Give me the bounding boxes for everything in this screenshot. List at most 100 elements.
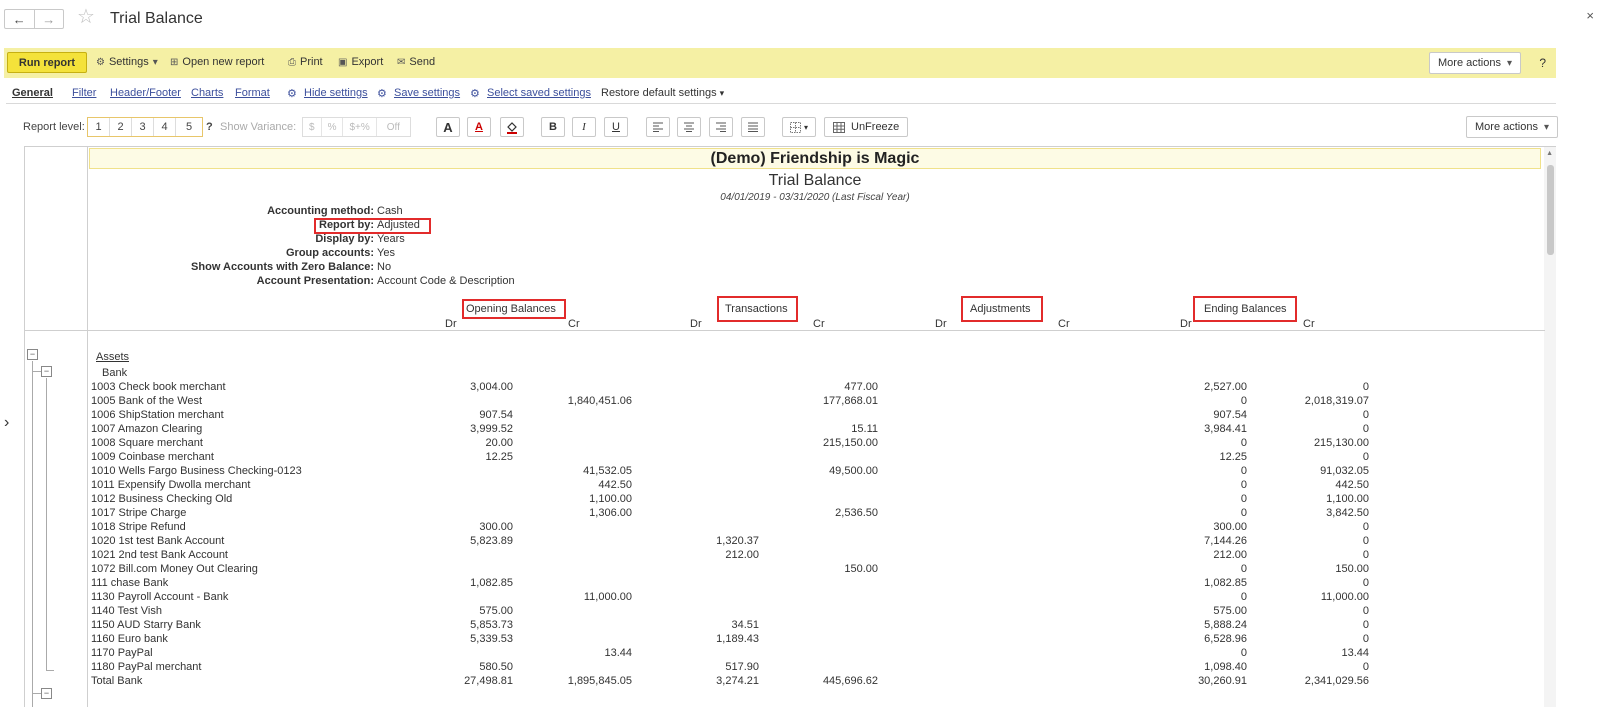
export-button[interactable]: ▣ Export: [338, 56, 383, 68]
cell-trans-cr[interactable]: 215,150.00: [768, 437, 878, 449]
cell-open-cr[interactable]: 1,306.00: [522, 507, 632, 519]
cell-end-dr[interactable]: 0: [1137, 507, 1247, 519]
cell-open-dr[interactable]: 300.00: [403, 521, 513, 533]
cell-open-dr[interactable]: 27,498.81: [403, 675, 513, 687]
account-name[interactable]: 1180 PayPal merchant: [91, 661, 201, 673]
borders-icon[interactable]: ▾: [782, 117, 816, 137]
cell-trans-dr[interactable]: 1,189.43: [649, 633, 759, 645]
cell-end-dr[interactable]: 6,528.96: [1137, 633, 1247, 645]
cell-end-cr[interactable]: 215,130.00: [1259, 437, 1369, 449]
cell-end-dr[interactable]: 0: [1137, 395, 1247, 407]
report-level-4[interactable]: 4: [154, 118, 176, 136]
close-icon[interactable]: ×: [1586, 8, 1594, 23]
cell-end-dr[interactable]: 5,888.24: [1137, 619, 1247, 631]
account-name[interactable]: 1018 Stripe Refund: [91, 521, 186, 533]
run-report-button[interactable]: Run report: [7, 52, 87, 73]
report-level-5[interactable]: 5: [176, 118, 202, 136]
variance-dollar-percent[interactable]: $+%: [343, 118, 377, 136]
cell-end-dr[interactable]: 907.54: [1137, 409, 1247, 421]
cell-open-dr[interactable]: 5,823.89: [403, 535, 513, 547]
cell-end-cr[interactable]: 0: [1259, 381, 1369, 393]
cell-end-dr[interactable]: 0: [1137, 437, 1247, 449]
cell-end-cr[interactable]: 0: [1259, 535, 1369, 547]
section-assets[interactable]: Assets: [96, 351, 129, 363]
cell-end-cr[interactable]: 0: [1259, 451, 1369, 463]
scroll-up-icon[interactable]: ▲: [1546, 150, 1553, 157]
variance-off[interactable]: Off: [377, 118, 410, 136]
forward-arrow-icon[interactable]: →: [33, 10, 64, 28]
cell-open-dr[interactable]: 12.25: [403, 451, 513, 463]
cell-open-dr[interactable]: 575.00: [403, 605, 513, 617]
fill-color-icon[interactable]: [500, 117, 524, 137]
format-more-actions-button[interactable]: More actions ▾: [1466, 116, 1559, 138]
tab-charts[interactable]: Charts: [191, 87, 223, 99]
cell-end-cr[interactable]: 2,018,319.07: [1259, 395, 1369, 407]
hide-settings-link[interactable]: Hide settings: [304, 87, 368, 99]
variance-percent[interactable]: %: [322, 118, 344, 136]
more-actions-button[interactable]: More actions ▾: [1429, 52, 1522, 74]
cell-trans-dr[interactable]: 1,320.37: [649, 535, 759, 547]
cell-end-dr[interactable]: 300.00: [1137, 521, 1247, 533]
cell-end-cr[interactable]: 0: [1259, 619, 1369, 631]
cell-open-cr[interactable]: 1,895,845.05: [522, 675, 632, 687]
cell-end-cr[interactable]: 91,032.05: [1259, 465, 1369, 477]
cell-open-cr[interactable]: 11,000.00: [522, 591, 632, 603]
cell-trans-dr[interactable]: 34.51: [649, 619, 759, 631]
align-justify-icon[interactable]: [741, 117, 765, 137]
account-name[interactable]: 1007 Amazon Clearing: [91, 423, 202, 435]
cell-trans-cr[interactable]: 177,868.01: [768, 395, 878, 407]
report-level-3[interactable]: 3: [132, 118, 154, 136]
account-name[interactable]: 1150 AUD Starry Bank: [91, 619, 201, 631]
font-color-button[interactable]: A: [467, 117, 491, 137]
account-name[interactable]: Total Bank: [91, 675, 142, 687]
cell-end-cr[interactable]: 0: [1259, 605, 1369, 617]
tab-filter[interactable]: Filter: [72, 87, 96, 99]
italic-button[interactable]: I: [572, 117, 596, 137]
cell-trans-dr[interactable]: 517.90: [649, 661, 759, 673]
cell-end-dr[interactable]: 3,984.41: [1137, 423, 1247, 435]
cell-end-dr[interactable]: 0: [1137, 465, 1247, 477]
align-left-icon[interactable]: [646, 117, 670, 137]
account-name[interactable]: 1003 Check book merchant: [91, 381, 226, 393]
cell-end-cr[interactable]: 1,100.00: [1259, 493, 1369, 505]
scrollbar-thumb[interactable]: [1547, 165, 1554, 255]
account-name[interactable]: 1160 Euro bank: [91, 633, 168, 645]
cell-end-cr[interactable]: 0: [1259, 423, 1369, 435]
cell-open-dr[interactable]: 3,999.52: [403, 423, 513, 435]
cell-trans-cr[interactable]: 49,500.00: [768, 465, 878, 477]
cell-end-dr[interactable]: 1,098.40: [1137, 661, 1247, 673]
account-name[interactable]: 1072 Bill.com Money Out Clearing: [91, 563, 258, 575]
cell-open-cr[interactable]: 1,100.00: [522, 493, 632, 505]
collapse-toggle[interactable]: −: [41, 688, 52, 699]
account-name[interactable]: 1170 PayPal: [91, 647, 153, 659]
send-button[interactable]: ✉ Send: [397, 56, 435, 68]
help-button[interactable]: ?: [1539, 56, 1546, 70]
cell-trans-dr[interactable]: 212.00: [649, 549, 759, 561]
cell-open-dr[interactable]: 580.50: [403, 661, 513, 673]
tab-header-footer[interactable]: Header/Footer: [110, 87, 181, 99]
save-settings-link[interactable]: Save settings: [394, 87, 460, 99]
cell-open-cr[interactable]: 13.44: [522, 647, 632, 659]
cell-trans-cr[interactable]: 15.11: [768, 423, 878, 435]
print-button[interactable]: ⎙ Print: [288, 56, 323, 68]
cell-trans-cr[interactable]: 445,696.62: [768, 675, 878, 687]
vertical-scrollbar[interactable]: ▲: [1544, 147, 1556, 707]
cell-open-dr[interactable]: 20.00: [403, 437, 513, 449]
account-name[interactable]: 1009 Coinbase merchant: [91, 451, 214, 463]
account-name[interactable]: 1017 Stripe Charge: [91, 507, 186, 519]
font-style-button[interactable]: A: [436, 117, 460, 137]
account-name[interactable]: 1006 ShipStation merchant: [91, 409, 224, 421]
cell-open-dr[interactable]: 5,853.73: [403, 619, 513, 631]
cell-open-cr[interactable]: 1,840,451.06: [522, 395, 632, 407]
cell-trans-cr[interactable]: 477.00: [768, 381, 878, 393]
report-level-2[interactable]: 2: [110, 118, 132, 136]
cell-end-dr[interactable]: 575.00: [1137, 605, 1247, 617]
cell-open-cr[interactable]: 41,532.05: [522, 465, 632, 477]
align-center-icon[interactable]: [677, 117, 701, 137]
account-name[interactable]: 1005 Bank of the West: [91, 395, 202, 407]
cell-open-dr[interactable]: 1,082.85: [403, 577, 513, 589]
settings-menu[interactable]: ⚙ Settings ▾: [96, 56, 158, 68]
cell-end-dr[interactable]: 0: [1137, 563, 1247, 575]
cell-end-cr[interactable]: 13.44: [1259, 647, 1369, 659]
cell-trans-dr[interactable]: 3,274.21: [649, 675, 759, 687]
